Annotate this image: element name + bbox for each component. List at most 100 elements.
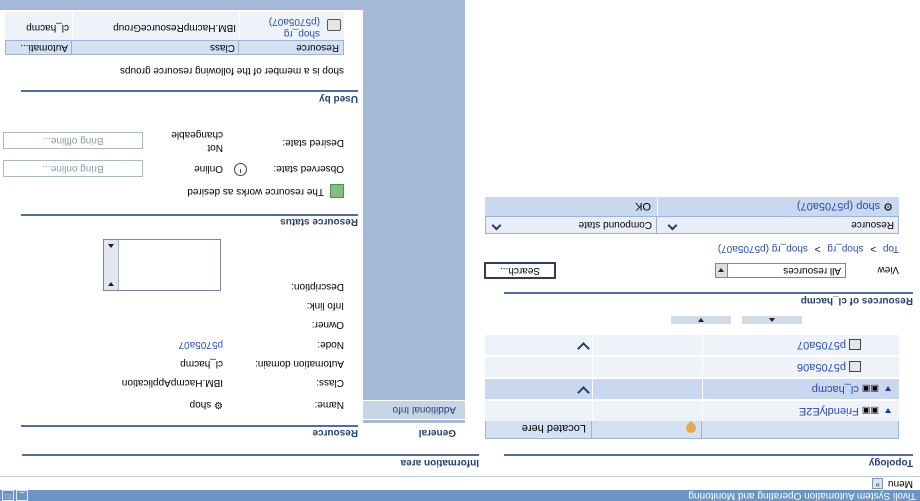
member-text: shop is a member of the following resour… xyxy=(119,65,344,76)
breadcrumb-shop-rg[interactable]: shop_rg xyxy=(827,243,863,254)
resources-col-compound-state[interactable]: Compound state xyxy=(579,217,652,233)
chevron-down-icon xyxy=(718,268,724,272)
groups-row-automation: cl_hacmp xyxy=(26,22,69,33)
node-label: Node: xyxy=(317,339,344,350)
name-value: ⚙ shop xyxy=(190,399,223,410)
resources-title: Resources of cl_hacmp xyxy=(800,295,913,306)
description-label: Description: xyxy=(291,281,344,292)
observed-state-value: Online xyxy=(194,163,223,174)
menu-bar xyxy=(0,476,920,489)
view-select-arrow[interactable] xyxy=(716,264,728,277)
breadcrumb: Top > shop_rg > shop_rg (p5705a07) xyxy=(718,243,899,254)
resource-group-icon: ▣▣ xyxy=(861,406,879,416)
view-label: View xyxy=(877,264,900,275)
window-titlebar: Tivoli System Automation Operating and M… xyxy=(0,490,920,501)
owner-label: Owner: xyxy=(311,319,344,330)
scroll-down-button[interactable] xyxy=(671,316,731,324)
description-textarea[interactable] xyxy=(103,239,221,291)
resources-row-state: OK xyxy=(635,200,651,212)
status-message: The resource works as desired xyxy=(187,186,324,197)
domain-value: cl_hacmp xyxy=(180,358,223,369)
groups-row-resource-1[interactable]: shop_rg xyxy=(284,28,320,39)
topology-row-collapse-chevron[interactable] xyxy=(577,381,590,401)
used-by-rule xyxy=(21,90,358,92)
bring-offline-button[interactable]: Bring offline... xyxy=(3,132,143,149)
description-scrollbar[interactable] xyxy=(104,240,119,290)
topology-col-located-here[interactable]: Located here xyxy=(522,419,586,438)
resources-row[interactable]: ⚙ shop (p5705a07) OK xyxy=(485,196,899,216)
resources-rule xyxy=(504,292,913,294)
topology-row-label[interactable]: p5705a06 xyxy=(797,361,846,373)
topology-row-label[interactable]: p5705a07 xyxy=(797,339,846,351)
sort-chevron-icon[interactable] xyxy=(491,217,502,233)
groups-header-row: Resource Class Automati... xyxy=(5,40,344,55)
application-icon: ⚙ xyxy=(883,200,893,212)
resource-group-icon xyxy=(327,19,341,31)
sort-chevron-icon[interactable] xyxy=(667,217,678,233)
status-section-title: Resource status xyxy=(280,216,358,227)
topology-row-chevron[interactable] xyxy=(577,337,590,357)
desired-state-value-2: changeable xyxy=(171,129,223,140)
desired-state-label: Desired state: xyxy=(282,137,344,148)
expand-icon[interactable] xyxy=(885,386,891,392)
groups-col-resource[interactable]: Resource xyxy=(296,41,339,54)
resource-group-icon: ▣▣ xyxy=(861,384,879,394)
menu-dropdown-icon[interactable]: » xyxy=(872,478,884,489)
observed-state-label: Observed state: xyxy=(273,163,344,174)
application-icon: ⚙ xyxy=(214,399,223,410)
topology-row-p5705a06[interactable]: p5705a06 xyxy=(485,356,899,377)
view-select-value: All resources xyxy=(783,265,841,276)
topology-row-friendlye2e[interactable]: ▣▣ FriendlyE2E xyxy=(485,400,899,421)
name-text: shop xyxy=(189,399,212,410)
name-label: Name: xyxy=(314,399,344,410)
scroll-down-icon[interactable] xyxy=(108,282,114,286)
menu-button[interactable]: Menu » xyxy=(872,477,913,489)
restore-icon[interactable]: □ xyxy=(2,490,14,501)
node-icon xyxy=(849,361,861,373)
groups-col-class[interactable]: Class xyxy=(210,41,235,54)
used-by-title: Used by xyxy=(319,93,358,104)
topology-col-tree xyxy=(703,419,898,438)
groups-row[interactable]: shop_rg (p5705a07) IBM.HacmpResourceGrou… xyxy=(5,12,344,40)
groups-col-automation[interactable]: Automati... xyxy=(20,41,68,54)
minimize-icon[interactable]: _ xyxy=(16,490,28,501)
view-select[interactable]: All resources xyxy=(715,263,846,278)
topology-row-label[interactable]: cl_hacmp xyxy=(812,383,859,395)
resources-row-resource[interactable]: shop (p5705a07) xyxy=(797,200,880,212)
scroll-up-icon xyxy=(769,318,775,322)
window-controls: _ □ xyxy=(2,490,28,501)
marker-icon xyxy=(683,420,699,436)
expand-icon[interactable] xyxy=(885,408,891,414)
breadcrumb-top[interactable]: Top xyxy=(883,243,899,254)
tab-additional-info[interactable]: Additional Info xyxy=(363,400,465,420)
status-ok-icon xyxy=(330,184,344,198)
domain-label: Automation domain: xyxy=(255,358,344,369)
desired-state-value-1: Not xyxy=(207,142,223,153)
groups-row-resource-2[interactable]: (p5705a07) xyxy=(269,16,320,27)
node-value[interactable]: p5705a07 xyxy=(179,339,224,350)
topology-row-label[interactable]: FriendlyE2E xyxy=(799,405,859,417)
topology-title: Topology xyxy=(868,457,913,468)
info-link-label: Info link: xyxy=(306,300,344,311)
scroll-up-icon[interactable] xyxy=(108,244,114,248)
info-area-title: Information area xyxy=(400,457,479,468)
info-bottom-band xyxy=(0,0,465,10)
class-value: IBM.HacmpApplication xyxy=(121,377,223,388)
scroll-down-icon xyxy=(698,318,704,322)
topology-col-marker[interactable] xyxy=(596,419,699,438)
topology-row-p5705a07[interactable]: p5705a07 xyxy=(485,334,899,355)
search-button[interactable]: Search... xyxy=(485,263,555,278)
info-tabs-panel xyxy=(363,0,465,441)
scroll-up-button[interactable] xyxy=(742,316,802,324)
tab-general[interactable]: General xyxy=(363,423,465,441)
resources-col-resource[interactable]: Resource xyxy=(851,217,894,233)
topology-row-cl-hacmp[interactable]: ▣▣ cl_hacmp xyxy=(485,378,899,399)
breadcrumb-separator: > xyxy=(870,243,877,254)
window-title: Tivoli System Automation Operating and M… xyxy=(688,490,916,501)
bring-online-button[interactable]: Bring online... xyxy=(3,160,143,177)
resource-section-rule xyxy=(21,425,358,427)
chevron-icon xyxy=(577,342,590,355)
breadcrumb-current[interactable]: shop_rg (p5705a07) xyxy=(718,243,808,254)
resource-section-title: Resource xyxy=(312,427,358,438)
menu-label: Menu xyxy=(887,477,913,489)
